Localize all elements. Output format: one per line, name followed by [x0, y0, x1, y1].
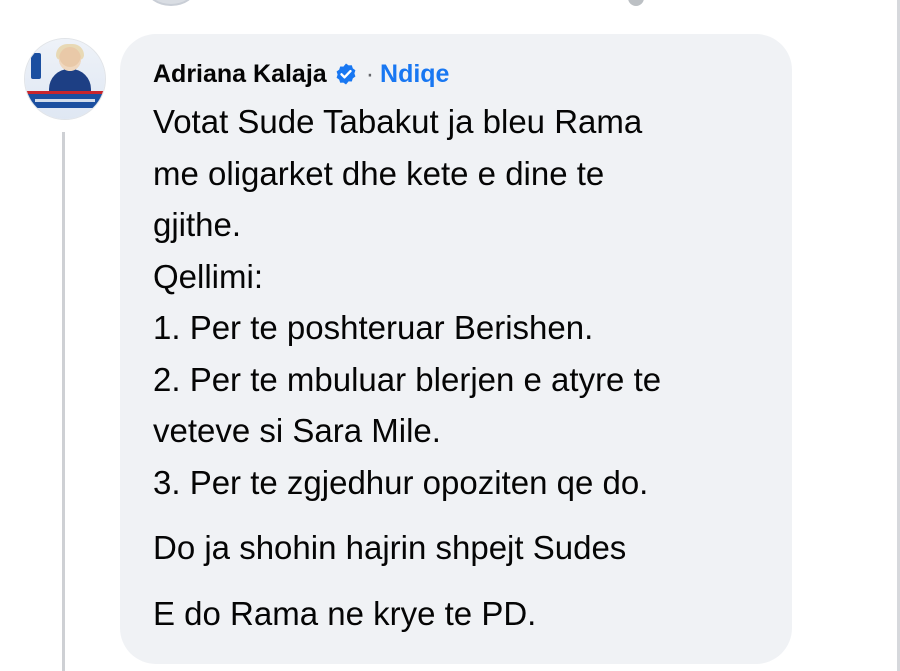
avatar-logo	[31, 53, 41, 79]
facebook-comment-view: Adriana Kalaja · Ndiqe Votat Sude Tabaku…	[0, 0, 900, 671]
comment-header: Adriana Kalaja · Ndiqe	[153, 56, 762, 92]
reply-thread-line	[62, 132, 65, 671]
author-avatar[interactable]	[24, 38, 106, 120]
header-separator: ·	[365, 59, 375, 88]
comment-line: 2. Per te mbuluar blerjen e atyre te	[153, 360, 662, 398]
comment-line: gjithe.	[153, 206, 242, 243]
comment-line: Qellimi:	[153, 257, 264, 295]
verified-badge-icon	[336, 63, 356, 85]
follow-button[interactable]: Ndiqe	[380, 60, 449, 89]
comment-line: me oligarket dhe kete e dine te	[153, 154, 605, 192]
avatar-band-text	[35, 99, 95, 102]
previous-comment-avatar[interactable]	[146, 0, 196, 6]
comment-paragraph: Do ja shohin hajrin shpejt Sudes	[153, 529, 627, 566]
comment-line: Votat Sude Tabakut ja bleu Rama	[153, 103, 643, 140]
author-name-link[interactable]: Adriana Kalaja	[153, 60, 327, 89]
comment-line: veteve si Sara Mile.	[153, 412, 441, 449]
avatar-head	[59, 47, 81, 71]
comment-body: Votat Sude Tabakut ja bleu Rama me oliga…	[153, 96, 762, 508]
comment-line: 3. Per te zgjedhur opoziten qe do.	[153, 463, 649, 501]
comment-paragraph: E do Rama ne krye te PD.	[153, 594, 537, 632]
comment-bubble: Adriana Kalaja · Ndiqe Votat Sude Tabaku…	[120, 34, 792, 664]
previous-comment-dot	[628, 0, 644, 6]
comment-line: 1. Per te poshteruar Berishen.	[153, 309, 594, 346]
